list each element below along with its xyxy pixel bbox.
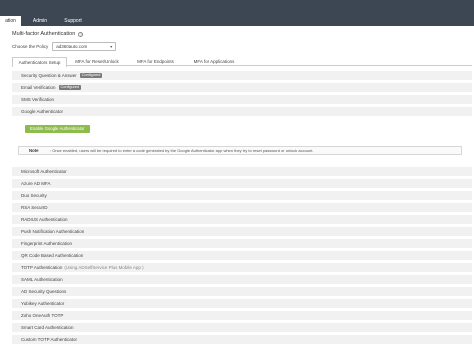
authenticator-row-saml[interactable]: SAML Authentication [12,275,472,285]
authenticator-row-push[interactable]: Push Notification Authentication [12,227,472,237]
note-box: Note : Once enabled, users will be requi… [18,146,462,155]
authenticator-label: AD Security Questions [21,289,67,294]
tab-authenticators-setup[interactable]: Authenticators Setup [12,57,67,67]
enable-google-authenticator-button[interactable]: Enable Google Authenticator [25,125,90,133]
authenticator-row-fingerprint[interactable]: Fingerprint Authentication [12,239,472,249]
policy-label: Choose the Policy [12,43,49,49]
policy-selector-row: Choose the Policy ad360auto.com ▾ [12,41,117,51]
authenticator-row-smart-card[interactable]: Smart Card Authentication [12,323,472,333]
authenticator-label: Smart Card Authentication [21,325,74,330]
tab-mfa-applications[interactable]: MFA for Applications [185,57,243,66]
authenticator-label: SAML Authentication [21,277,63,282]
google-authenticator-panel: Enable Google Authenticator Note : Once … [12,120,472,166]
authenticator-row-email[interactable]: Email Verification Configured [12,83,472,93]
help-icon[interactable]: ? [78,31,84,37]
authenticator-row-rsa[interactable]: RSA SecurID [12,203,472,213]
authenticator-row-radius[interactable]: RADIUS Authentication [12,215,472,225]
authenticator-label: Azure AD MFA [21,181,51,186]
authenticator-row-security-qa[interactable]: Security Question & Answer Configured [12,71,472,81]
nav-tab-configuration[interactable]: ation [0,16,21,26]
authenticator-label: Microsoft Authenticator [21,169,67,174]
authenticator-label: Duo Security [21,193,47,198]
chevron-down-icon: ▾ [110,43,113,49]
nav-tab-admin[interactable]: Admin [26,16,54,26]
authenticator-label: Push Notification Authentication [21,229,85,234]
authenticator-row-yubikey[interactable]: Yubikey Authenticator [12,299,472,309]
authenticator-label: Custom TOTP Authenticator [21,337,78,342]
tab-mfa-reset-unlock[interactable]: MFA for Reset/Unlock [69,57,125,66]
authenticator-label: QR Code Based Authentication [21,253,84,258]
authenticator-row-google[interactable]: Google Authenticator [12,107,472,117]
authenticator-label: Fingerprint Authentication [21,241,73,246]
authenticator-row-zoho[interactable]: Zoho OneAuth TOTP [12,311,472,321]
authenticator-label: Security Question & Answer [21,73,77,78]
authenticator-label: Google Authenticator [21,109,64,114]
authenticator-row-totp[interactable]: TOTP Authentication (Using ADSelfService… [12,263,472,273]
authenticator-row-qr[interactable]: QR Code Based Authentication [12,251,472,261]
note-label: Note [29,148,39,153]
authenticator-sublabel: (Using ADSelfService Plus Mobile App ) [64,265,144,270]
authenticator-row-microsoft[interactable]: Microsoft Authenticator [12,167,472,177]
tab-mfa-endpoints[interactable]: MFA for Endpoints [128,57,183,66]
authenticator-label: SMS Verification [21,97,55,102]
authenticator-label: Zoho OneAuth TOTP [21,313,64,318]
authenticator-label: Yubikey Authenticator [21,301,65,306]
status-badge: Configured [79,73,103,78]
authenticator-label: RADIUS Authentication [21,217,68,222]
note-text: : Once enabled, users will be required t… [50,148,314,153]
page-title: Multi-factor Authentication ? [12,31,84,37]
authenticator-label: RSA SecurID [21,205,48,210]
page-title-text: Multi-factor Authentication [12,31,76,37]
authenticator-label: TOTP Authentication [21,265,63,270]
authenticator-row-ad-questions[interactable]: AD Security Questions [12,287,472,297]
mfa-tabs: Authenticators Setup MFA for Reset/Unloc… [12,57,472,67]
nav-tab-support[interactable]: Support [58,16,88,26]
authenticator-label: Email Verification [21,85,56,90]
authenticator-row-sms[interactable]: SMS Verification [12,95,472,105]
authenticator-row-custom-totp[interactable]: Custom TOTP Authenticator [12,335,472,345]
authenticator-row-duo[interactable]: Duo Security [12,191,472,201]
authenticator-row-azure[interactable]: Azure AD MFA [12,179,472,189]
policy-select[interactable]: ad360auto.com ▾ [52,41,117,51]
top-navigation-bar: ation Admin Support [0,0,474,26]
status-badge: Configured [58,85,82,90]
policy-select-value: ad360auto.com [56,43,88,49]
